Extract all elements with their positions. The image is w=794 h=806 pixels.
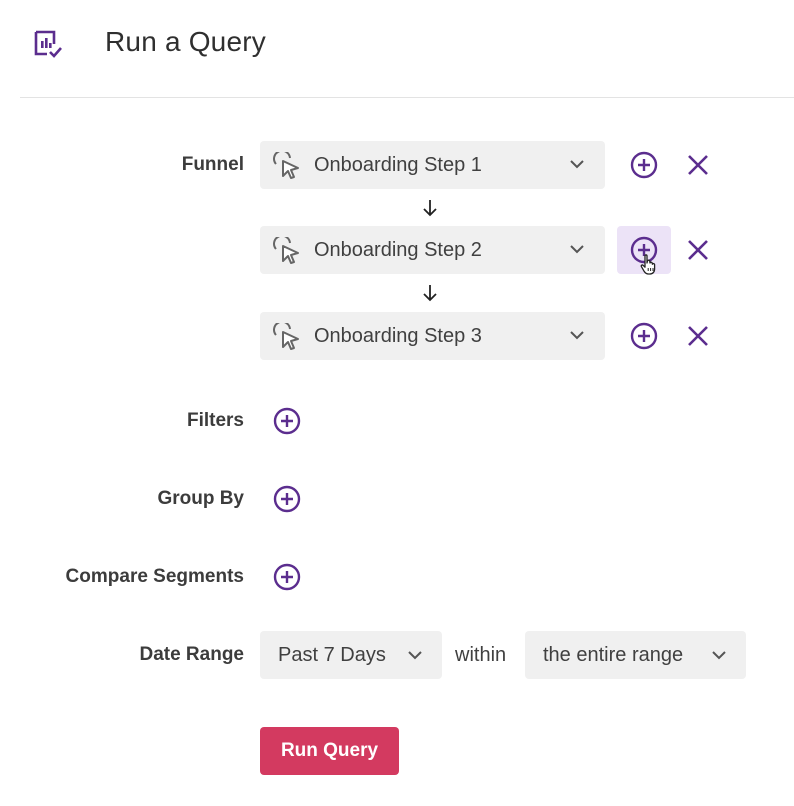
arrow-down-icon [423,200,437,217]
run-query-button[interactable]: Run Query [260,727,399,775]
chevron-down-icon [570,160,584,169]
date-range-label: Date Range [139,644,244,665]
cursor-click-icon [273,237,299,264]
funnel-step-label: Onboarding Step 3 [314,325,482,347]
funnel-step-label: Onboarding Step 1 [314,154,482,176]
arrow-down-icon [423,285,437,302]
plus-circle-icon [273,563,301,591]
remove-step-button[interactable] [684,151,712,179]
filters-label: Filters [186,410,244,431]
chevron-down-icon [712,651,726,660]
funnel-step-label: Onboarding Step 2 [314,239,482,261]
add-group-by-button[interactable] [273,485,301,513]
add-filter-button[interactable] [273,407,301,435]
add-step-button[interactable] [617,141,671,189]
page-title: Run a Query [105,26,266,57]
plus-circle-icon [273,485,301,513]
date-range-select[interactable]: Past 7 Days [260,631,442,679]
remove-step-button[interactable] [684,322,712,350]
chevron-down-icon [570,245,584,254]
remove-step-button[interactable] [684,236,712,264]
page-header: Run a Query [0,0,794,98]
group-by-label: Group By [157,488,244,509]
header-divider [20,97,794,98]
compare-segments-label: Compare Segments [65,566,244,587]
hand-pointer-icon [640,254,656,275]
funnel-label: Funnel [181,154,244,175]
plus-circle-icon [630,322,658,350]
date-range-value: Past 7 Days [278,644,386,666]
funnel-step-2-select[interactable]: Onboarding Step 2 [260,226,605,274]
cursor-click-icon [273,152,299,179]
add-segment-button[interactable] [273,563,301,591]
chevron-down-icon [408,651,422,660]
add-step-button[interactable] [617,312,671,360]
range-scope-select[interactable]: the entire range [525,631,746,679]
range-scope-value: the entire range [543,644,684,666]
within-label: within [455,644,507,666]
report-icon [34,30,62,58]
close-icon [688,155,708,175]
close-icon [688,326,708,346]
close-icon [688,240,708,260]
plus-circle-icon [630,151,658,179]
chevron-down-icon [570,331,584,340]
plus-circle-icon [273,407,301,435]
cursor-click-icon [273,323,299,350]
funnel-step-1-select[interactable]: Onboarding Step 1 [260,141,605,189]
funnel-step-3-select[interactable]: Onboarding Step 3 [260,312,605,360]
